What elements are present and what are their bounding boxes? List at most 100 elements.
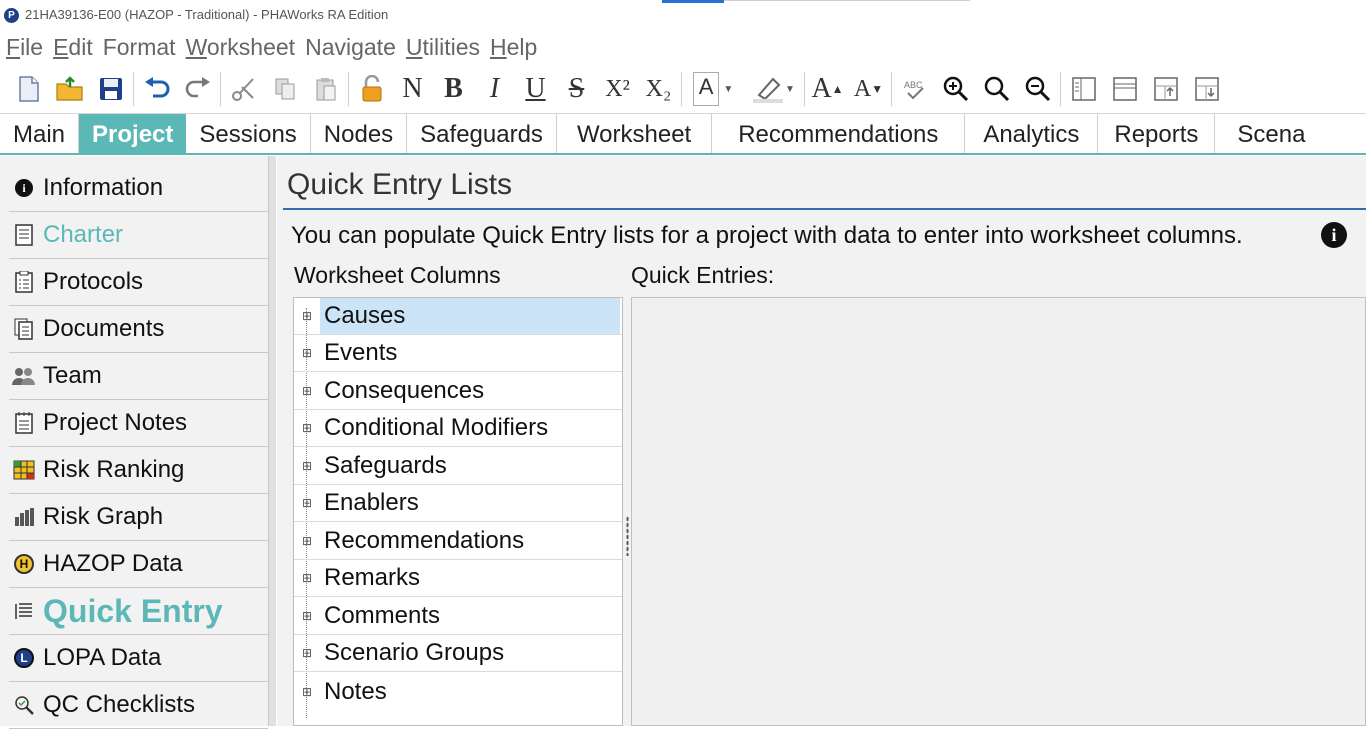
new-document-icon[interactable]: [8, 69, 49, 109]
redo-icon[interactable]: [177, 69, 218, 109]
expand-icon[interactable]: ⊞: [294, 609, 320, 623]
open-folder-icon[interactable]: [49, 69, 90, 109]
normal-text-button[interactable]: N: [392, 69, 433, 109]
tree-item-conditional-modifiers[interactable]: ⊞ Conditional Modifiers: [294, 410, 622, 447]
tree-item-comments[interactable]: ⊞ Comments: [294, 598, 622, 635]
sidebar-item-label: LOPA Data: [43, 644, 162, 671]
menu-navigate[interactable]: Navigate: [302, 32, 399, 64]
font-color-button[interactable]: A ▼: [684, 69, 744, 109]
sidebar-item-information[interactable]: i Information: [9, 165, 268, 212]
bold-button[interactable]: B: [433, 69, 474, 109]
expand-icon[interactable]: ⊞: [294, 571, 320, 585]
sidebar-item-documents[interactable]: Documents: [9, 306, 268, 353]
menu-worksheet[interactable]: Worksheet: [183, 32, 299, 64]
menu-file[interactable]: File: [0, 32, 46, 64]
tree-item-causes[interactable]: ⊞ Causes: [294, 298, 622, 335]
underline-button[interactable]: U: [515, 69, 556, 109]
sidebar-item-quick-entry[interactable]: Quick Entry: [9, 588, 268, 635]
tab-reports[interactable]: Reports: [1098, 114, 1216, 153]
sidebar-item-charter[interactable]: Charter: [9, 212, 268, 259]
tab-sessions[interactable]: Sessions: [186, 114, 311, 153]
copy-icon[interactable]: [264, 69, 305, 109]
sidebar-item-lopa-data[interactable]: L LOPA Data: [9, 635, 268, 682]
main-panel: Quick Entry Lists You can populate Quick…: [277, 156, 1366, 726]
expand-icon[interactable]: ⊞: [294, 685, 320, 699]
tab-nodes[interactable]: Nodes: [311, 114, 408, 153]
sidebar-item-hazop-data[interactable]: H HAZOP Data: [9, 541, 268, 588]
tree-item-events[interactable]: ⊞ Events: [294, 335, 622, 372]
tab-project[interactable]: Project: [79, 114, 187, 153]
risk-ranking-icon: [9, 460, 39, 480]
menu-format[interactable]: Format: [100, 32, 179, 64]
sidebar-item-label: Protocols: [43, 268, 144, 295]
tree-item-recommendations[interactable]: ⊞ Recommendations: [294, 523, 622, 560]
sidebar-item-protocols[interactable]: Protocols: [9, 259, 268, 306]
zoom-out-icon[interactable]: [1017, 69, 1058, 109]
save-icon[interactable]: [90, 69, 131, 109]
spellcheck-icon[interactable]: ABC: [894, 69, 935, 109]
sidebar-item-qc-checklists[interactable]: QC Checklists: [9, 682, 268, 729]
column-layout-icon[interactable]: [1063, 69, 1104, 109]
tree-item-label: Consequences: [324, 377, 485, 404]
tab-main[interactable]: Main: [0, 114, 80, 153]
expand-icon[interactable]: ⊞: [294, 646, 320, 660]
tab-scenarios[interactable]: Scena: [1215, 114, 1327, 153]
toolbar-separator: [891, 72, 892, 106]
expand-icon[interactable]: ⊞: [294, 346, 320, 360]
tree-item-consequences[interactable]: ⊞ Consequences: [294, 373, 622, 410]
expand-icon[interactable]: ⊞: [294, 459, 320, 473]
paste-icon[interactable]: [305, 69, 346, 109]
insert-row-above-icon[interactable]: [1145, 69, 1186, 109]
expand-icon[interactable]: ⊞: [294, 534, 320, 548]
hazop-icon: H: [9, 554, 39, 574]
sidebar-item-label: Information: [43, 174, 164, 201]
superscript-button[interactable]: X²: [597, 69, 638, 109]
tree-item-remarks[interactable]: ⊞ Remarks: [294, 560, 622, 597]
sidebar-item-team[interactable]: Team: [9, 353, 268, 400]
sidebar-resize-handle[interactable]: [268, 156, 276, 726]
row-layout-icon[interactable]: [1104, 69, 1145, 109]
shrink-font-button[interactable]: A ▼: [848, 69, 889, 109]
sidebar-item-label: Quick Entry: [43, 592, 223, 629]
undo-icon[interactable]: [136, 69, 177, 109]
quick-entries-list[interactable]: [631, 297, 1366, 726]
expand-icon[interactable]: ⊞: [294, 309, 320, 323]
tree-item-label: Safeguards: [324, 452, 447, 479]
zoom-reset-icon[interactable]: [976, 69, 1017, 109]
insert-row-below-icon[interactable]: [1186, 69, 1227, 109]
tree-item-scenario-groups[interactable]: ⊞ Scenario Groups: [294, 635, 622, 672]
strikethrough-button[interactable]: S: [556, 69, 597, 109]
italic-button[interactable]: I: [474, 69, 515, 109]
menu-utilities[interactable]: Utilities: [403, 32, 483, 64]
sidebar-item-risk-ranking[interactable]: Risk Ranking: [9, 447, 268, 494]
tab-recommendations[interactable]: Recommendations: [712, 114, 966, 153]
highlight-color-button[interactable]: ▼: [744, 69, 802, 109]
cut-icon[interactable]: [223, 69, 264, 109]
tab-safeguards[interactable]: Safeguards: [407, 114, 557, 153]
tab-worksheet[interactable]: Worksheet: [557, 114, 713, 153]
sidebar-item-label: HAZOP Data: [43, 550, 183, 577]
zoom-in-icon[interactable]: [935, 69, 976, 109]
tab-analytics[interactable]: Analytics: [965, 114, 1099, 153]
expand-icon[interactable]: ⊞: [294, 384, 320, 398]
menu-edit[interactable]: Edit: [50, 32, 96, 64]
lock-icon[interactable]: [351, 69, 392, 109]
tree-item-label: Remarks: [324, 564, 421, 591]
tree-item-label: Comments: [324, 602, 441, 629]
tree-item-enablers[interactable]: ⊞ Enablers: [294, 485, 622, 522]
tree-item-safeguards[interactable]: ⊞ Safeguards: [294, 448, 622, 485]
notes-icon: [9, 412, 39, 434]
expand-icon[interactable]: ⊞: [294, 421, 320, 435]
menu-help[interactable]: Help: [487, 32, 540, 64]
toolbar-separator: [804, 72, 805, 106]
sidebar-item-risk-graph[interactable]: Risk Graph: [9, 494, 268, 541]
tree-item-notes[interactable]: ⊞ Notes: [294, 673, 622, 710]
font-color-icon: A: [692, 72, 720, 106]
panel-splitter[interactable]: [626, 516, 629, 556]
subscript-button[interactable]: X₂: [638, 69, 679, 109]
info-icon[interactable]: i: [1321, 222, 1347, 248]
tree-item-label: Causes: [320, 298, 620, 334]
grow-font-button[interactable]: A ▲: [807, 69, 848, 109]
sidebar-item-project-notes[interactable]: Project Notes: [9, 400, 268, 447]
expand-icon[interactable]: ⊞: [294, 496, 320, 510]
